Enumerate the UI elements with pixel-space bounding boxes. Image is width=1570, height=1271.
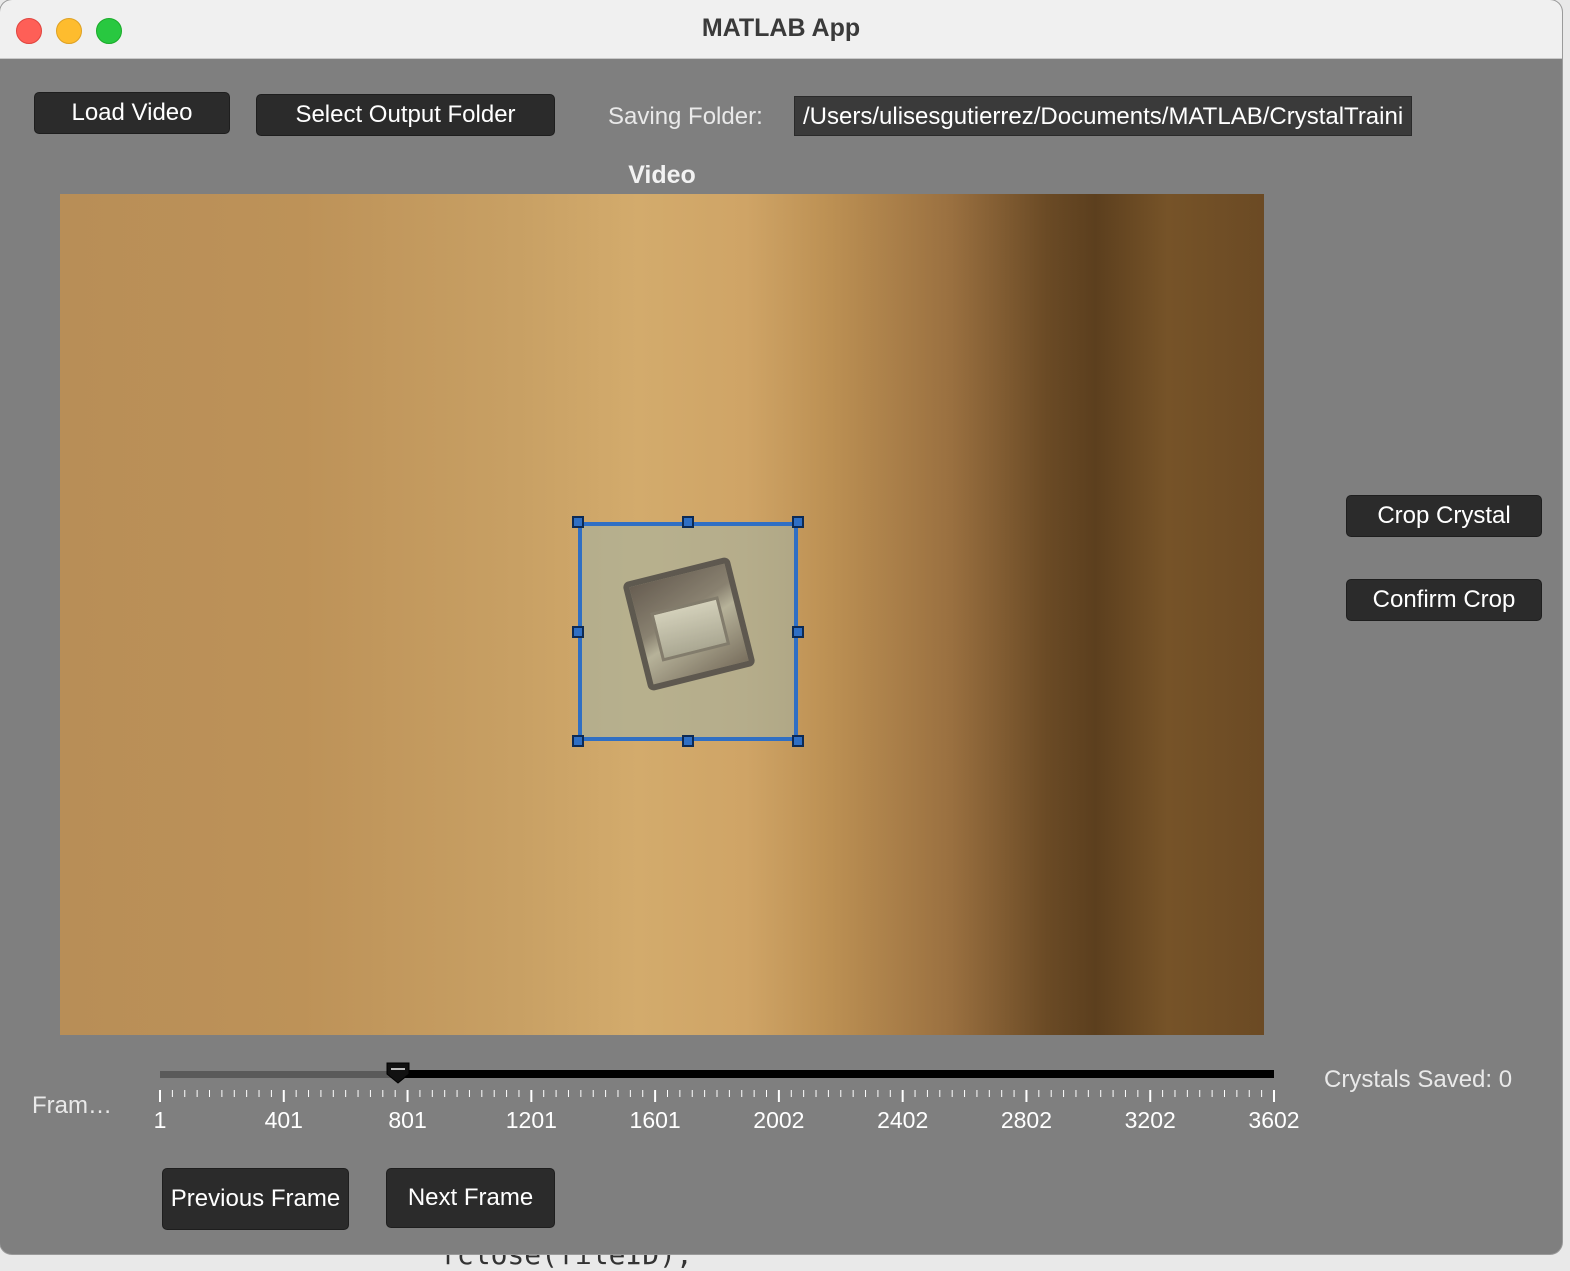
saving-folder-label: Saving Folder: [608, 103, 763, 130]
crop-handle-top-right[interactable] [792, 516, 804, 528]
confirm-crop-button[interactable]: Confirm Crop [1346, 579, 1542, 621]
previous-frame-button[interactable]: Previous Frame [162, 1168, 349, 1230]
tick-label: 3202 [1124, 1107, 1176, 1133]
tick-label: 401 [264, 1107, 303, 1133]
video-frame-display[interactable] [60, 194, 1264, 1035]
crop-handle-top[interactable] [682, 516, 694, 528]
frame-slider-thumb[interactable] [385, 1061, 411, 1085]
crop-handle-right[interactable] [792, 626, 804, 638]
frame-slider-track[interactable] [398, 1070, 1274, 1078]
tick-label: 1201 [505, 1107, 557, 1133]
crop-rectangle[interactable] [578, 522, 798, 741]
crop-crystal-button[interactable]: Crop Crystal [1346, 495, 1542, 537]
tick-label: 1601 [629, 1107, 681, 1133]
video-title: Video [628, 161, 696, 189]
frame-slider-ticks [159, 1090, 1275, 1102]
tick-label: 2802 [1000, 1107, 1053, 1133]
crop-handle-bottom-left[interactable] [572, 735, 584, 747]
crystal-face [650, 596, 731, 662]
title-bar: MATLAB App [0, 0, 1562, 59]
crop-handle-top-left[interactable] [572, 516, 584, 528]
tick-label: 1 [153, 1107, 167, 1133]
select-output-folder-button[interactable]: Select Output Folder [256, 94, 555, 136]
frame-slider-label: Fram… [32, 1092, 112, 1119]
next-frame-button[interactable]: Next Frame [386, 1168, 555, 1228]
crop-handle-left[interactable] [572, 626, 584, 638]
crystals-saved-counter: Crystals Saved: 0 [1324, 1066, 1513, 1093]
app-window: MATLAB App Load Video Select Output Fold… [0, 0, 1562, 1254]
crop-handle-bottom-right[interactable] [792, 735, 804, 747]
window-title: MATLAB App [701, 14, 861, 42]
crop-handle-bottom[interactable] [682, 735, 694, 747]
load-video-button[interactable]: Load Video [34, 92, 230, 134]
tick-label: 3602 [1248, 1107, 1300, 1133]
tick-label: 801 [388, 1107, 427, 1133]
tick-label: 2002 [753, 1107, 805, 1133]
frame-slider-track-filled[interactable] [160, 1071, 398, 1078]
saving-folder-path-field[interactable]: /Users/ulisesgutierrez/Documents/MATLAB/… [794, 96, 1412, 136]
tick-label: 2402 [877, 1107, 929, 1133]
crystal-image [622, 556, 756, 692]
